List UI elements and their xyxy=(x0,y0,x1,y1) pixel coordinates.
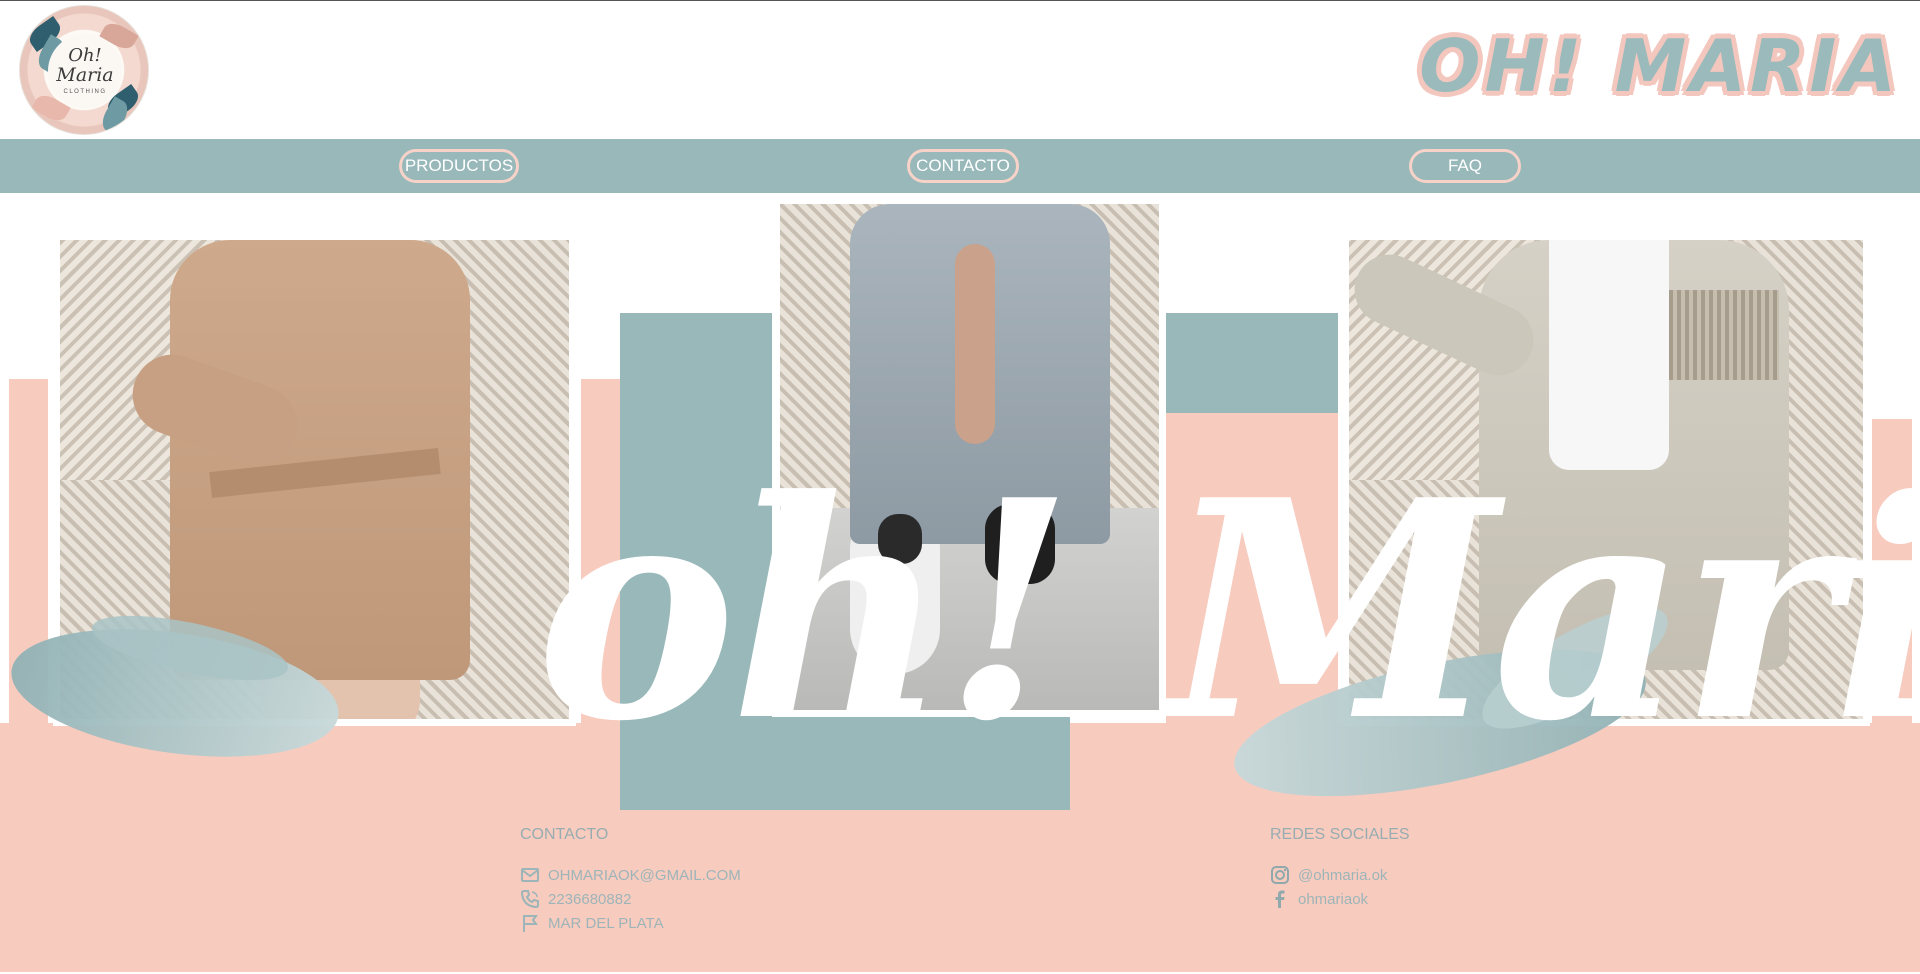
nav-contacto-button[interactable]: CONTACTO xyxy=(907,149,1019,183)
social-heading: REDES SOCIALES xyxy=(1270,826,1410,843)
brand-title: OH! MARIA xyxy=(1419,24,1900,108)
instagram-handle[interactable]: @ohmaria.ok xyxy=(1298,867,1387,884)
nav-faq-button[interactable]: FAQ xyxy=(1409,149,1521,183)
hero-banner: oh! Maria xyxy=(0,193,1920,810)
instagram-row[interactable]: @ohmaria.ok xyxy=(1270,863,1410,887)
facebook-row[interactable]: ohmariaok xyxy=(1270,887,1410,911)
footer-contact: CONTACTO OHMARIAOK@GMAIL.COM 2236680882 … xyxy=(520,826,741,935)
nav-productos-button[interactable]: PRODUCTOS xyxy=(399,149,519,183)
logo[interactable]: Oh! Maria CLOTHING xyxy=(19,5,149,135)
envelope-icon xyxy=(521,868,539,882)
logo-text: Oh! xyxy=(68,45,102,66)
contact-location: MAR DEL PLATA xyxy=(548,914,664,932)
logo-text: Maria xyxy=(56,64,114,86)
photo-figure xyxy=(955,244,995,444)
contact-phone[interactable]: 2236680882 xyxy=(548,891,631,908)
contact-email-row[interactable]: OHMARIAOK@GMAIL.COM xyxy=(520,863,741,887)
facebook-icon xyxy=(1275,890,1285,908)
footer: CONTACTO OHMARIAOK@GMAIL.COM 2236680882 … xyxy=(0,810,1920,974)
contact-phone-row[interactable]: 2236680882 xyxy=(520,887,741,911)
footer-social: REDES SOCIALES @ohmaria.ok ohmariaok xyxy=(1270,826,1410,911)
contact-location-row: MAR DEL PLATA xyxy=(520,911,741,935)
facebook-handle[interactable]: ohmariaok xyxy=(1298,891,1368,908)
contact-heading: CONTACTO xyxy=(520,826,609,843)
top-border xyxy=(0,0,1920,1)
instagram-icon xyxy=(1271,866,1289,884)
hero-script-text: oh! Maria xyxy=(536,434,1920,787)
flag-icon xyxy=(523,915,538,932)
main-nav: PRODUCTOS CONTACTO FAQ xyxy=(0,139,1920,193)
phone-icon xyxy=(520,890,539,909)
photo-figure xyxy=(1669,290,1779,380)
logo-center: Oh! Maria CLOTHING xyxy=(48,34,122,108)
contact-email[interactable]: OHMARIAOK@GMAIL.COM xyxy=(548,867,741,884)
teal-block xyxy=(1166,313,1338,413)
logo-subtext: CLOTHING xyxy=(63,89,107,95)
